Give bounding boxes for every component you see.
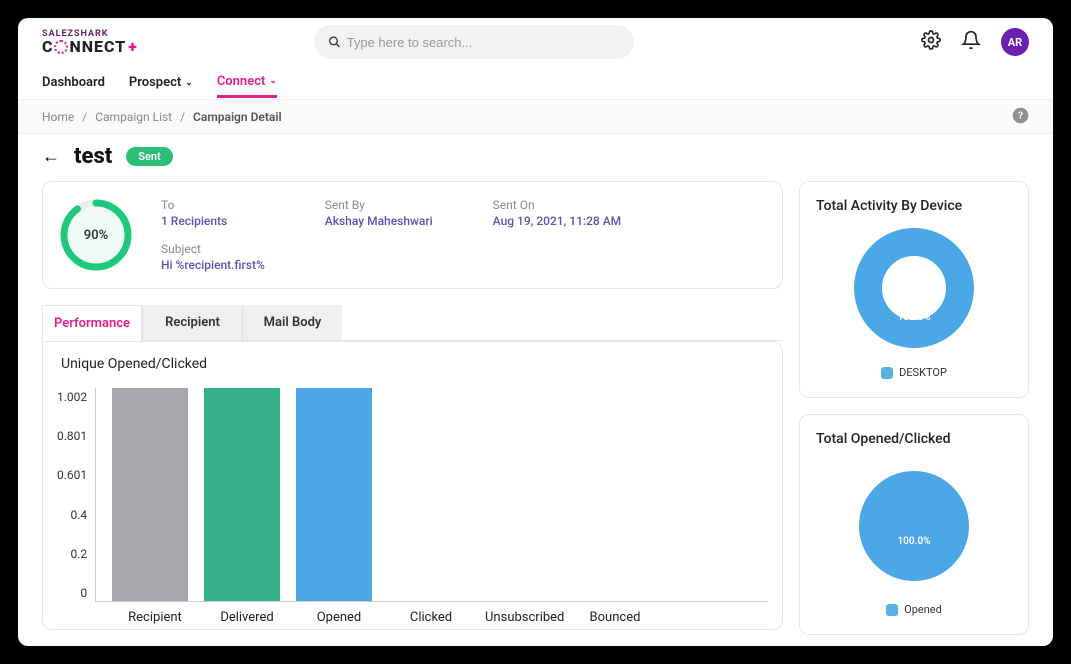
breadcrumb-list[interactable]: Campaign List [95, 110, 172, 124]
bar-chart: 1.002 0.801 0.601 0.4 0.2 0 Recipient Delivere… [43, 378, 782, 629]
nav-item-connect[interactable]: Connect⌄ [217, 68, 277, 98]
device-legend: DESKTOP [881, 366, 947, 379]
device-donut-chart: 100.0% [854, 228, 974, 348]
opened-legend: Opened [886, 603, 942, 616]
main-nav: Dashboard Prospect⌄ Connect⌄ [18, 66, 1053, 100]
breadcrumb-current: Campaign Detail [193, 110, 282, 124]
y-tick: 0.2 [57, 547, 87, 561]
left-column: 90% To 1 Recipients Subject Hi %recipien… [42, 181, 783, 630]
x-tick: Delivered [209, 602, 285, 625]
avatar[interactable]: AR [1001, 28, 1029, 56]
bar-opened [296, 388, 372, 601]
breadcrumb: Home / Campaign List / Campaign Detail [42, 110, 282, 124]
right-column: Total Activity By Device 100.0% DESKTOP [799, 181, 1029, 630]
x-tick: Unsubscribed [485, 602, 561, 625]
device-activity-title: Total Activity By Device [816, 198, 1012, 214]
x-tick: Recipient [117, 602, 193, 625]
sent-on-value: Aug 19, 2021, 11:28 AM [493, 214, 621, 228]
bar-chart-y-axis: 1.002 0.801 0.601 0.4 0.2 0 [57, 388, 95, 602]
brand-logo[interactable]: SALEZSHARK CNNECT+ [42, 30, 138, 55]
bell-icon[interactable] [961, 30, 981, 54]
topbar-actions: AR [921, 28, 1029, 56]
bar-chart-title: Unique Opened/Clicked [43, 342, 782, 378]
page-title: test [74, 144, 112, 169]
back-arrow-icon[interactable]: ← [42, 146, 60, 167]
breadcrumb-row: Home / Campaign List / Campaign Detail ? [18, 100, 1053, 134]
nav-item-prospect[interactable]: Prospect⌄ [129, 69, 193, 96]
device-donut-value: 100.0% [897, 312, 930, 323]
search-box[interactable] [314, 25, 634, 59]
tab-recipient[interactable]: Recipient [142, 305, 242, 340]
opened-clicked-card: Total Opened/Clicked 100.0% Opened [799, 414, 1029, 635]
subject-label: Subject [161, 242, 265, 256]
brand-logo-bottom: CNNECT+ [42, 39, 138, 55]
search-icon [328, 35, 341, 49]
subject-value: Hi %recipient.first% [161, 258, 265, 272]
y-tick: 1.002 [57, 390, 87, 404]
tab-mail-body[interactable]: Mail Body [242, 305, 342, 340]
tab-performance[interactable]: Performance [42, 305, 142, 341]
sent-by-value: Akshay Maheshwari [325, 214, 433, 228]
breadcrumb-home[interactable]: Home [42, 110, 74, 124]
opened-pie-chart: 100.0% [849, 461, 979, 585]
legend-swatch [886, 604, 898, 616]
tabstrip: PerformanceRecipientMail Body [42, 305, 783, 341]
y-tick: 0.801 [57, 429, 87, 443]
performance-panel: PerformanceRecipientMail Body Unique Ope… [42, 305, 783, 630]
main-content: 90% To 1 Recipients Subject Hi %recipien… [18, 181, 1053, 646]
progress-value: 90% [59, 198, 133, 272]
topbar: SALEZSHARK CNNECT+ AR [18, 18, 1053, 66]
bar-chart-card: Unique Opened/Clicked 1.002 0.801 0.601 0.4… [42, 341, 783, 630]
opened-clicked-title: Total Opened/Clicked [816, 431, 1012, 447]
title-row: ← test Sent [18, 134, 1053, 181]
device-legend-label: DESKTOP [899, 366, 947, 379]
bar-recipient [112, 388, 188, 601]
progress-ring: 90% [59, 198, 133, 272]
app-window: SALEZSHARK CNNECT+ AR Dashboard Prospect⌄… [18, 18, 1053, 646]
bar-delivered [204, 388, 280, 601]
summary-card: 90% To 1 Recipients Subject Hi %recipien… [42, 181, 783, 289]
y-tick: 0 [57, 586, 87, 600]
chevron-down-icon: ⌄ [185, 78, 193, 88]
nav-item-dashboard[interactable]: Dashboard [42, 69, 105, 96]
gear-icon[interactable] [921, 30, 941, 54]
search-input[interactable] [347, 35, 620, 50]
y-tick: 0.601 [57, 468, 87, 482]
x-tick: Clicked [393, 602, 469, 625]
sent-on-label: Sent On [493, 198, 621, 212]
opened-legend-label: Opened [904, 603, 942, 616]
device-activity-card: Total Activity By Device 100.0% DESKTOP [799, 181, 1029, 398]
status-badge: Sent [126, 147, 172, 166]
help-icon[interactable]: ? [1012, 107, 1029, 127]
svg-text:?: ? [1018, 111, 1023, 122]
to-value: 1 Recipients [161, 214, 265, 228]
opened-pie-value: 100.0% [897, 536, 930, 547]
bar-chart-plot [95, 388, 768, 602]
sent-by-label: Sent By [325, 198, 433, 212]
x-tick: Bounced [577, 602, 653, 625]
x-tick: Opened [301, 602, 377, 625]
to-label: To [161, 198, 265, 212]
summary-meta: To 1 Recipients Subject Hi %recipient.fi… [161, 198, 766, 272]
y-tick: 0.4 [57, 508, 87, 522]
chevron-down-icon: ⌄ [269, 76, 277, 86]
bar-chart-x-axis: Recipient Delivered Opened Clicked Unsubscri… [57, 602, 768, 625]
legend-swatch [881, 367, 893, 379]
